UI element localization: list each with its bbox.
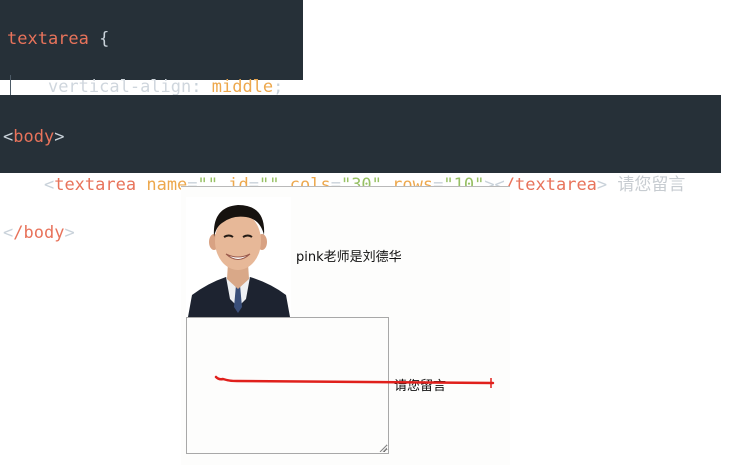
photo-caption: pink老师是刘德华 — [296, 250, 402, 265]
code-trailing-text: 请您留言 — [617, 175, 686, 195]
body-close-tag: /body — [13, 223, 65, 243]
resize-grip-icon[interactable] — [379, 444, 387, 452]
html-line-1: <body> — [3, 127, 65, 147]
css-property: vertical-align — [47, 77, 192, 97]
css-colon: : — [191, 77, 212, 97]
css-selector: textarea — [7, 29, 89, 49]
css-line-1: textarea { — [7, 27, 303, 51]
textarea-open-tag: textarea — [54, 175, 137, 195]
browser-preview: pink老师是刘德华 请您留言 — [181, 186, 510, 465]
css-open-brace: { — [88, 29, 110, 49]
message-label: 请您留言 — [394, 379, 447, 394]
body-open-tag: body — [13, 127, 55, 147]
css-semicolon: ; — [273, 77, 284, 97]
message-textarea[interactable] — [186, 317, 389, 454]
css-value: middle — [211, 77, 274, 97]
textarea-close-tag: /textarea — [504, 175, 597, 195]
html-code-block: <body> <textarea name="" id="" cols="30"… — [0, 95, 721, 243]
css-code-block: textarea { vertical-align: middle; } — [0, 0, 303, 145]
person-photo-graphic — [186, 197, 291, 317]
person-photo — [186, 197, 291, 317]
